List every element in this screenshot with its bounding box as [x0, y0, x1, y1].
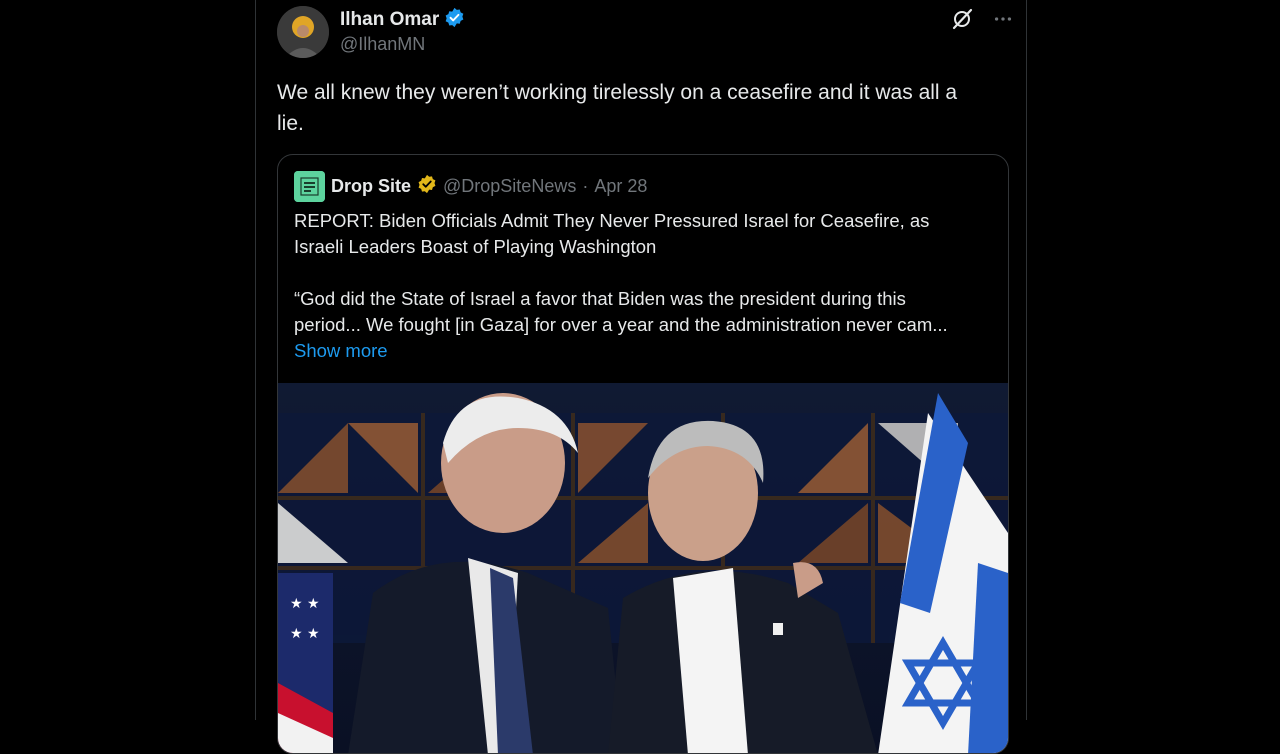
- quote-blank-line: [294, 260, 994, 286]
- grok-icon[interactable]: [950, 7, 974, 31]
- quote-headline-line: Israeli Leaders Boast of Playing Washing…: [294, 236, 657, 257]
- author-name-row: Ilhan Omar: [340, 7, 465, 33]
- avatar-image: [277, 6, 329, 58]
- quote-handle[interactable]: @DropSiteNews: [443, 176, 576, 197]
- tweet-actions: [950, 7, 1014, 31]
- quote-author-name[interactable]: Drop Site: [331, 176, 411, 197]
- quote-body-line: “God did the State of Israel a favor tha…: [294, 288, 906, 309]
- quoted-tweet-card[interactable]: Drop Site @DropSiteNews · Apr 28 REPORT:…: [277, 154, 1009, 754]
- author-name[interactable]: Ilhan Omar: [340, 9, 439, 31]
- author-handle[interactable]: @IlhanMN: [340, 34, 425, 55]
- us-flag: ★ ★ ★ ★: [278, 573, 333, 753]
- drop-site-logo-icon[interactable]: [294, 171, 325, 202]
- gold-verified-badge-icon: [417, 174, 437, 199]
- show-more-link[interactable]: Show more: [294, 338, 994, 364]
- author-avatar[interactable]: [277, 6, 329, 58]
- quote-body-line: period... We fought [in Gaza] for over a…: [294, 314, 948, 335]
- quote-header: Drop Site @DropSiteNews · Apr 28: [294, 171, 647, 202]
- quote-headline-line: REPORT: Biden Officials Admit They Never…: [294, 210, 930, 231]
- quote-body: REPORT: Biden Officials Admit They Never…: [294, 208, 994, 364]
- quote-photo[interactable]: ★ ★ ★ ★: [278, 383, 1008, 754]
- svg-text:★ ★: ★ ★: [290, 596, 320, 612]
- tweet-text-line: lie.: [277, 112, 304, 135]
- tweet-text: We all knew they weren’t working tireles…: [277, 77, 1017, 139]
- svg-text:★ ★: ★ ★: [290, 626, 320, 642]
- more-icon[interactable]: [992, 8, 1014, 30]
- quote-separator: ·: [582, 176, 589, 196]
- verified-badge-icon: [444, 7, 465, 33]
- quote-date[interactable]: Apr 28: [594, 176, 647, 197]
- tweet-text-line: We all knew they weren’t working tireles…: [277, 81, 958, 104]
